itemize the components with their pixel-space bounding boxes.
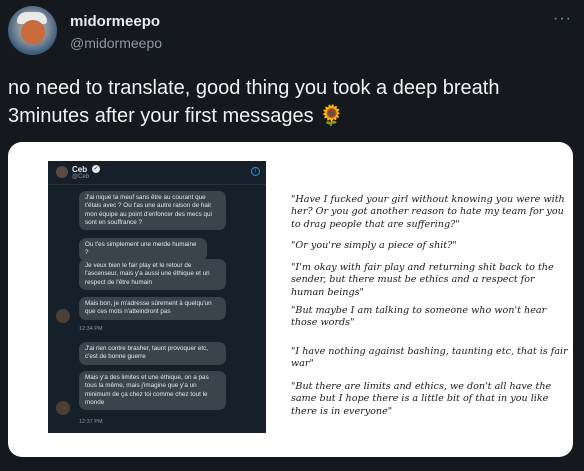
dm-timestamp: 12:34 PM xyxy=(79,326,103,332)
dm-avatar xyxy=(56,166,68,178)
user-name[interactable]: midormeepo xyxy=(70,13,160,30)
dm-message: Mais bon, je m'adresse sûrement à quelqu… xyxy=(79,297,226,320)
dm-message: Je veux bien le fair play et le retour d… xyxy=(79,259,226,290)
dm-sender-avatar xyxy=(56,309,70,323)
info-icon: i xyxy=(251,167,260,176)
translation-text: "Or you're simply a piece of shit?" xyxy=(291,240,457,251)
dm-handle: @Ceb xyxy=(72,174,90,180)
tweet-header: midormeepo @midormeepo ··· xyxy=(8,6,576,60)
dm-timestamp: 12:37 PM xyxy=(79,419,103,425)
translation-text: "But there are limits and ethics, we don… xyxy=(291,381,552,417)
tweet-media-image[interactable]: Ceb ✓ @Ceb i J'ai niqué ta meuf sans êtr… xyxy=(8,142,573,457)
dm-message: J'ai rien contre brasher, taunt provoque… xyxy=(79,342,226,365)
dm-message: Ou t'es simplement une merde humaine ? xyxy=(79,238,207,261)
avatar[interactable] xyxy=(8,6,57,55)
divider xyxy=(48,184,266,185)
dm-name: Ceb xyxy=(72,165,88,174)
more-options-icon[interactable]: ··· xyxy=(553,10,572,28)
translation-text: "I'm okay with fair play and returning s… xyxy=(291,262,554,298)
dm-message: J'ai niqué ta meuf sans être au courant … xyxy=(79,191,226,231)
translation-text: "I have nothing against bashing, tauntin… xyxy=(291,346,568,370)
translation-text: "Have I fucked your girl without knowing… xyxy=(291,194,565,230)
dm-header: Ceb ✓ @Ceb i xyxy=(48,161,266,183)
verified-icon: ✓ xyxy=(92,165,100,173)
avatar-face xyxy=(21,20,45,44)
dm-sender-avatar xyxy=(56,401,70,415)
dm-message: Mais y'a des limites et une éthique, on … xyxy=(79,371,226,411)
translation-text: "But maybe I am talking to someone who w… xyxy=(291,305,547,329)
tweet-text: no need to translate, good thing you too… xyxy=(8,77,500,127)
user-handle[interactable]: @midormeepo xyxy=(70,35,162,51)
dm-screenshot: Ceb ✓ @Ceb i J'ai niqué ta meuf sans êtr… xyxy=(48,161,266,433)
translation-panel: "Have I fucked your girl without knowing… xyxy=(291,142,571,457)
